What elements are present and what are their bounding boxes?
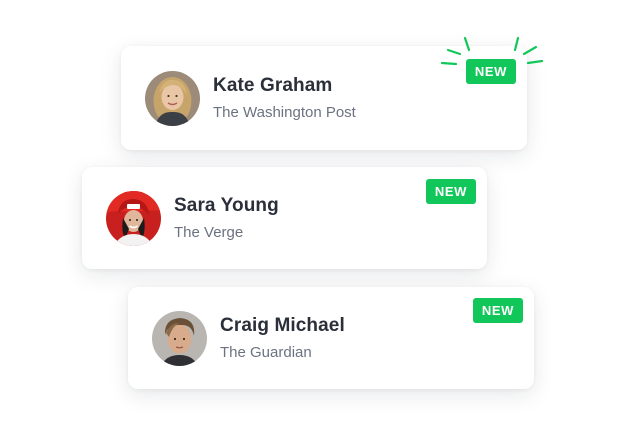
avatar-woman-red-hat-icon <box>106 190 161 246</box>
new-badge: NEW <box>465 59 516 84</box>
avatar-man-icon <box>152 310 207 366</box>
contact-outlet: The Washington Post <box>213 104 356 121</box>
contact-name: Kate Graham <box>213 75 333 96</box>
contact-cards-stage: Kate Graham The Washington Post NEW Sara… <box>0 0 623 422</box>
contact-outlet: The Verge <box>174 224 244 241</box>
new-badge: NEW <box>472 298 523 323</box>
contact-name: Sara Young <box>174 195 279 216</box>
contact-card-kate-graham[interactable]: Kate Graham The Washington Post NEW <box>121 46 527 150</box>
avatar <box>152 310 207 366</box>
contact-name: Craig Michael <box>220 315 345 336</box>
new-badge: NEW <box>425 179 476 204</box>
avatar <box>145 70 200 126</box>
avatar-woman-blonde-icon <box>145 70 200 126</box>
avatar <box>106 190 161 246</box>
contact-card-craig-michael[interactable]: Craig Michael The Guardian NEW <box>128 287 534 389</box>
contact-card-sara-young[interactable]: Sara Young The Verge NEW <box>82 167 487 269</box>
contact-outlet: The Guardian <box>220 344 312 361</box>
